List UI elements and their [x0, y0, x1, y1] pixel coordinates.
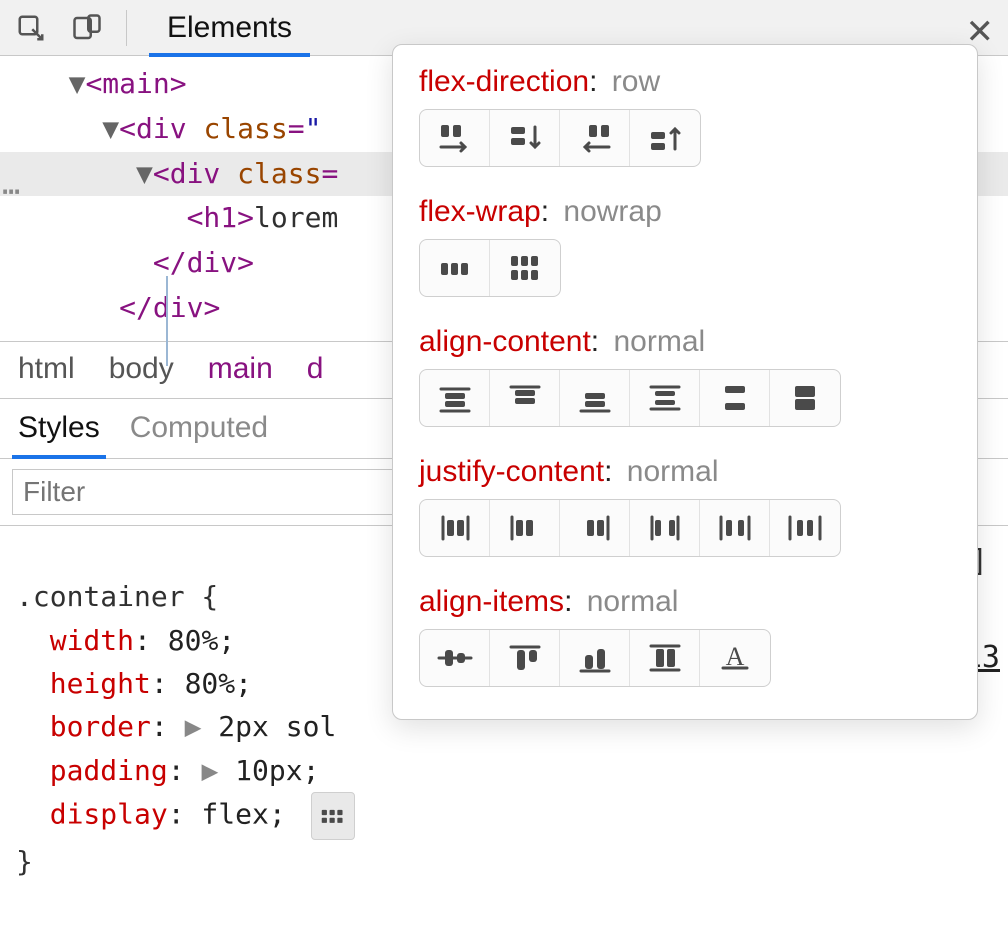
inspect-icon[interactable] [14, 11, 48, 45]
toolbar-divider [126, 10, 127, 46]
crumb-main[interactable]: main [208, 352, 273, 386]
css-val[interactable]: : 80%; [134, 624, 235, 657]
align-content-end-icon[interactable] [560, 370, 630, 426]
css-prop[interactable]: border [16, 710, 151, 743]
group-align-items: align-items: normal A [419, 585, 951, 687]
prop-title: align-content: normal [419, 325, 951, 359]
justify-content-center-icon[interactable] [420, 500, 490, 556]
flex-direction-column-reverse-icon[interactable] [630, 110, 700, 166]
align-content-stretch-icon[interactable] [770, 370, 840, 426]
group-flex-wrap: flex-wrap: nowrap [419, 195, 951, 297]
justify-content-space-around-icon[interactable] [700, 500, 770, 556]
align-content-options [419, 369, 841, 427]
align-content-space-around-icon[interactable] [630, 370, 700, 426]
overflow-ellipsis-icon: ⋯ [2, 168, 22, 216]
align-items-start-icon[interactable] [490, 630, 560, 686]
flex-direction-options [419, 109, 701, 167]
css-prop[interactable]: display [16, 798, 168, 831]
css-val[interactable]: : flex; [168, 798, 286, 831]
flex-wrap-wrap-icon[interactable] [490, 240, 560, 296]
justify-content-options [419, 499, 841, 557]
justify-content-space-between-icon[interactable] [630, 500, 700, 556]
prop-title: justify-content: normal [419, 455, 951, 489]
group-justify-content: justify-content: normal [419, 455, 951, 557]
align-content-center-icon[interactable] [420, 370, 490, 426]
tab-computed[interactable]: Computed [130, 398, 268, 458]
group-align-content: align-content: normal [419, 325, 951, 427]
justify-content-space-evenly-icon[interactable] [770, 500, 840, 556]
crumb-body[interactable]: body [109, 352, 174, 386]
align-items-stretch-icon[interactable] [630, 630, 700, 686]
flex-wrap-nowrap-icon[interactable] [420, 240, 490, 296]
flex-wrap-options [419, 239, 561, 297]
crumb-div[interactable]: d [307, 352, 324, 386]
align-items-options: A [419, 629, 771, 687]
tab-elements[interactable]: Elements [149, 0, 310, 56]
panel-tabs: Elements [149, 0, 310, 56]
justify-content-end-icon[interactable] [560, 500, 630, 556]
css-prop[interactable]: width [16, 624, 134, 657]
align-items-end-icon[interactable] [560, 630, 630, 686]
device-toggle-icon[interactable] [70, 11, 104, 45]
flex-editor-icon[interactable] [311, 792, 355, 839]
css-prop[interactable]: padding [16, 754, 168, 787]
tab-styles[interactable]: Styles [18, 398, 100, 458]
css-prop[interactable]: height [16, 667, 151, 700]
flex-direction-column-icon[interactable] [490, 110, 560, 166]
prop-title: flex-direction: row [419, 65, 951, 99]
align-items-baseline-icon[interactable]: A [700, 630, 770, 686]
css-val[interactable]: : 80%; [151, 667, 252, 700]
css-selector[interactable]: .container { [16, 580, 218, 613]
flex-direction-row-reverse-icon[interactable] [560, 110, 630, 166]
align-items-center-icon[interactable] [420, 630, 490, 686]
flexbox-editor-popover: flex-direction: row flex-wrap: nowrap [392, 44, 978, 720]
prop-title: align-items: normal [419, 585, 951, 619]
crumb-html[interactable]: html [18, 352, 75, 386]
css-val[interactable]: : ▶ 10px; [168, 754, 320, 787]
align-content-space-between-icon[interactable] [700, 370, 770, 426]
align-content-start-icon[interactable] [490, 370, 560, 426]
group-flex-direction: flex-direction: row [419, 65, 951, 167]
flex-direction-row-icon[interactable] [420, 110, 490, 166]
prop-title: flex-wrap: nowrap [419, 195, 951, 229]
css-rule-end: } [16, 845, 33, 878]
css-val[interactable]: : ▶ 2px sol [151, 710, 336, 743]
justify-content-start-icon[interactable] [490, 500, 560, 556]
indent-guide [166, 276, 168, 366]
